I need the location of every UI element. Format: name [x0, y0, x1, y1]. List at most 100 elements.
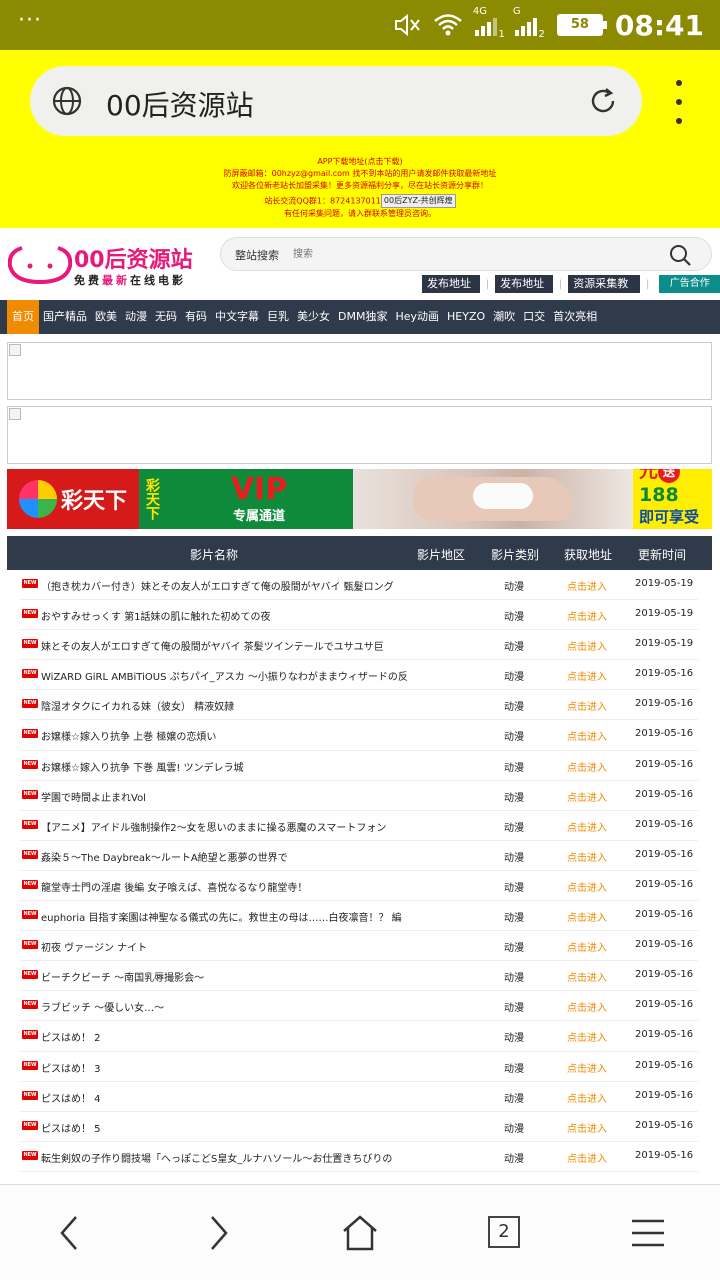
url-text[interactable]: 00后资源站 [106, 84, 254, 124]
nav-item-home[interactable]: 首页 [7, 300, 39, 334]
new-badge: NEW [22, 759, 38, 769]
enter-link[interactable]: 点击进入 [567, 698, 607, 713]
movie-title[interactable]: ピスはめ！ 4 [41, 1090, 431, 1105]
table-row[interactable]: NEW 転生剣奴の子作り闘技場「へっぽこどS皇女_ルナハソール～お仕置きちびりの 动… [20, 1142, 698, 1172]
broken-ad-image[interactable] [7, 406, 712, 464]
new-badge: NEW [22, 789, 38, 799]
nav-item[interactable]: 美少女 [293, 300, 334, 334]
table-row[interactable]: NEW 妹とその友人がエロすぎて俺の股間がヤバイ 茶髪ツインテールでユサユサ巨 动漫… [20, 630, 698, 661]
enter-link[interactable]: 点击进入 [567, 1120, 607, 1135]
enter-link[interactable]: 点击进入 [567, 879, 607, 894]
qq-group-badge[interactable]: 00后ZYZ-共创辉煌 [380, 194, 456, 208]
nav-item[interactable]: Hey动画 [391, 300, 443, 334]
movie-title[interactable]: WiZARD GiRL AMBiTiOUS ぷちパイ_アスカ ～小振りなわがまま… [41, 668, 431, 683]
table-row[interactable]: NEW ピスはめ！ 5 动漫 点击进入 2019-05-16 [20, 1112, 698, 1142]
nav-item[interactable]: HEYZO [443, 300, 489, 334]
app-download-link[interactable]: APP下载地址(点击下载) [0, 156, 720, 168]
nav-item[interactable]: 首次亮相 [549, 300, 601, 334]
movie-title[interactable]: 初夜 ヴァージン ナイト [41, 939, 431, 954]
broken-ad-image[interactable] [7, 342, 712, 400]
table-row[interactable]: NEW 【アニメ】アイドル強制操作2～女を思いのままに操る悪魔のスマートフォン 动漫… [20, 811, 698, 841]
table-row[interactable]: NEW お嬢様☆嫁入り抗争 下巻 風雲! ツンデレラ城 动漫 点击进入 2019-05-… [20, 751, 698, 781]
movie-title[interactable]: ビーチクビーチ ～南国乳辱撮影会～ [41, 969, 431, 984]
search-scope[interactable]: 整站搜索 [235, 247, 279, 263]
nav-item[interactable]: 口交 [519, 300, 549, 334]
movie-title[interactable]: ラブビッチ ～優しい女…～ [41, 999, 431, 1014]
search-icon[interactable] [669, 244, 691, 266]
enter-link[interactable]: 点击进入 [567, 789, 607, 804]
table-row[interactable]: NEW euphoria 目指す楽園は神聖なる儀式の先に。救世主の母は……白夜凛音… [20, 901, 698, 932]
movie-title[interactable]: euphoria 目指す楽園は神聖なる儀式の先に。救世主の母は……白夜凛音！？ … [41, 909, 431, 924]
movie-title[interactable]: 学園で時間よ止まれVol [41, 789, 431, 804]
enter-link[interactable]: 点击进入 [567, 608, 607, 623]
movie-title[interactable]: 陰湿オタクにイカれる妹（彼女） 精液奴隷 [41, 698, 431, 713]
movie-title[interactable]: ピスはめ！ 5 [41, 1120, 431, 1135]
search-input[interactable] [293, 243, 653, 265]
enter-link[interactable]: 点击进入 [567, 1060, 607, 1075]
movie-title[interactable]: ピスはめ！ 2 [41, 1029, 431, 1044]
enter-link[interactable]: 点击进入 [567, 578, 607, 593]
movie-title[interactable]: お嬢様☆嫁入り抗争 下巻 風雲! ツンデレラ城 [41, 759, 431, 774]
table-row[interactable]: NEW 陰湿オタクにイカれる妹（彼女） 精液奴隷 动漫 点击进入 2019-05-16 [20, 690, 698, 721]
table-row[interactable]: NEW 龍堂寺士門の淫虐 後編 女子喰えば、喜悦なるなり龍堂寺！ 动漫 点击进入 201… [20, 871, 698, 902]
enter-link[interactable]: 点击进入 [567, 1150, 607, 1165]
movie-title[interactable]: 転生剣奴の子作り闘技場「へっぽこどS皇女_ルナハソール～お仕置きちびりの [41, 1150, 431, 1165]
enter-link[interactable]: 点击进入 [567, 849, 607, 864]
movie-title[interactable]: おやすみせっくす 第1話妹の肌に触れた初めての夜 [41, 608, 431, 623]
back-icon[interactable] [50, 1213, 90, 1253]
table-row[interactable]: NEW おやすみせっくす 第1話妹の肌に触れた初めての夜 动漫 点击进入 2019-05… [20, 600, 698, 631]
reload-icon[interactable] [588, 86, 618, 116]
table-row[interactable]: NEW WiZARD GiRL AMBiTiOUS ぷちパイ_アスカ ～小振りなわ… [20, 660, 698, 691]
ad-cooperation-button[interactable]: 广告合作 [659, 275, 720, 293]
enter-link[interactable]: 点击进入 [567, 728, 607, 743]
movie-title[interactable]: 妹とその友人がエロすぎて俺の股間がヤバイ 茶髪ツインテールでユサユサ巨 [41, 638, 431, 653]
enter-link[interactable]: 点击进入 [567, 999, 607, 1014]
address-bar[interactable]: 00后资源站 [30, 66, 642, 136]
more-menu-icon[interactable] [668, 80, 690, 124]
nav-item[interactable]: 巨乳 [263, 300, 293, 334]
enter-link[interactable]: 点击进入 [567, 909, 607, 924]
nav-item[interactable]: 无码 [151, 300, 181, 334]
enter-link[interactable]: 点击进入 [567, 1029, 607, 1044]
enter-link[interactable]: 点击进入 [567, 969, 607, 984]
table-row[interactable]: NEW （抱き枕カバー付き）妹とその友人がエロすぎて俺の股間がヤバイ 甄髮ロング 动… [20, 570, 698, 601]
table-row[interactable]: NEW ピスはめ！ 2 动漫 点击进入 2019-05-16 [20, 1021, 698, 1052]
quick-link-3[interactable]: 资源采集教程 [568, 275, 641, 308]
menu-icon[interactable] [628, 1213, 668, 1253]
tabs-button[interactable]: 2 [488, 1216, 520, 1248]
table-row[interactable]: NEW ピスはめ！ 3 动漫 点击进入 2019-05-16 [20, 1052, 698, 1082]
forward-icon[interactable] [198, 1213, 238, 1253]
quick-link-1[interactable]: 发布地址1 [422, 275, 480, 308]
enter-link[interactable]: 点击进入 [567, 668, 607, 683]
nav-item[interactable]: 欧美 [91, 300, 121, 334]
movie-title[interactable]: お嬢様☆嫁入り抗争 上巻 極嬢の恋煩い [41, 728, 431, 743]
table-row[interactable]: NEW 初夜 ヴァージン ナイト 动漫 点击进入 2019-05-16 [20, 931, 698, 962]
movie-title[interactable]: ピスはめ！ 3 [41, 1060, 431, 1075]
enter-link[interactable]: 点击进入 [567, 819, 607, 834]
column-header: 影片类别 [491, 548, 540, 562]
nav-item[interactable]: 潮吹 [489, 300, 519, 334]
nav-item[interactable]: 国产精品 [39, 300, 91, 334]
table-row[interactable]: NEW 姦染５～The Daybreak～ルートA絶望と悪夢の世界で 动漫 点击进入 2… [20, 841, 698, 871]
table-row[interactable]: NEW ラブビッチ ～優しい女…～ 动漫 点击进入 2019-05-16 [20, 991, 698, 1022]
home-icon[interactable] [340, 1213, 380, 1253]
nav-item[interactable]: DMM独家 [334, 300, 391, 334]
quick-link-2[interactable]: 发布地址2 [495, 275, 553, 308]
enter-link[interactable]: 点击进入 [567, 939, 607, 954]
banner-ad[interactable]: 彩天下 彩天下 VIP 专属通道 注册充值500元送188 即可享受一对一 视频… [7, 469, 712, 529]
table-row[interactable]: NEW ピスはめ！ 4 动漫 点击进入 2019-05-16 [20, 1082, 698, 1112]
table-row[interactable]: NEW お嬢様☆嫁入り抗争 上巻 極嬢の恋煩い 动漫 点击进入 2019-05-16 [20, 720, 698, 751]
movie-title[interactable]: 【アニメ】アイドル強制操作2～女を思いのままに操る悪魔のスマートフォン [41, 819, 431, 834]
movie-title[interactable]: 龍堂寺士門の淫虐 後編 女子喰えば、喜悦なるなり龍堂寺！ [41, 879, 431, 894]
nav-item[interactable]: 中文字幕 [211, 300, 263, 334]
movie-title[interactable]: （抱き枕カバー付き）妹とその友人がエロすぎて俺の股間がヤバイ 甄髮ロング [41, 578, 431, 593]
table-row[interactable]: NEW ビーチクビーチ ～南国乳辱撮影会～ 动漫 点击进入 2019-05-16 [20, 961, 698, 992]
movie-title[interactable]: 姦染５～The Daybreak～ルートA絶望と悪夢の世界で [41, 849, 431, 864]
site-logo[interactable]: 00后资源站 免费最新在线电影 [8, 242, 208, 298]
enter-link[interactable]: 点击进入 [567, 638, 607, 653]
nav-item[interactable]: 有码 [181, 300, 211, 334]
enter-link[interactable]: 点击进入 [567, 759, 607, 774]
enter-link[interactable]: 点击进入 [567, 1090, 607, 1105]
nav-item[interactable]: 动漫 [121, 300, 151, 334]
table-row[interactable]: NEW 学園で時間よ止まれVol 动漫 点击进入 2019-05-16 [20, 781, 698, 811]
